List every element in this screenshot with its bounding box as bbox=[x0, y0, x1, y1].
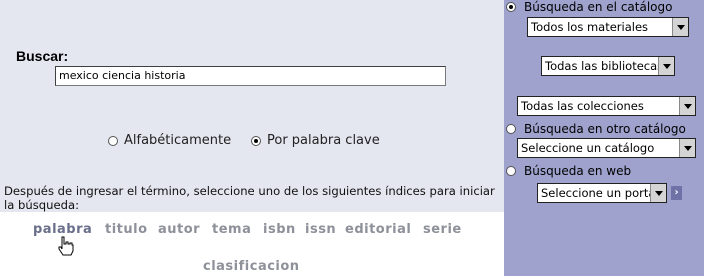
mode-keyword[interactable]: Por palabra clave bbox=[251, 133, 380, 148]
search-input[interactable]: mexico ciencia historia bbox=[55, 66, 446, 86]
index-link-serie[interactable]: serie bbox=[423, 222, 462, 237]
collections-select-value: Todas las colecciones bbox=[521, 99, 644, 113]
sidebar-other-catalog-search[interactable]: Búsqueda en otro catálogo bbox=[506, 122, 686, 136]
catalog-select-value: Seleccione un catálogo bbox=[521, 141, 655, 155]
index-link-editorial[interactable]: editorial bbox=[345, 222, 411, 237]
index-link-isbn[interactable]: isbn bbox=[263, 222, 296, 237]
catalog-select[interactable]: Seleccione un catálogo bbox=[517, 138, 696, 158]
catalog-search-label: Búsqueda en el catálogo bbox=[524, 0, 673, 14]
index-link-palabra[interactable]: palabra bbox=[33, 222, 92, 237]
chevron-down-icon[interactable] bbox=[658, 57, 674, 75]
radio-catalog-search[interactable] bbox=[506, 2, 516, 12]
other-catalog-search-label: Búsqueda en otro catálogo bbox=[524, 122, 686, 136]
index-link-issn[interactable]: issn bbox=[305, 222, 336, 237]
chevron-down-icon[interactable] bbox=[650, 184, 666, 202]
radio-keyword[interactable] bbox=[251, 135, 261, 146]
mode-alphabetical-label: Alfabéticamente bbox=[124, 133, 232, 148]
materials-select[interactable]: Todos los materiales bbox=[527, 17, 689, 37]
chevron-down-icon[interactable] bbox=[672, 18, 688, 36]
chevron-down-icon[interactable] bbox=[679, 97, 695, 115]
hand-cursor-icon bbox=[58, 236, 74, 256]
sidebar-web-search[interactable]: Búsqueda en web bbox=[506, 164, 631, 178]
index-link-tema[interactable]: tema bbox=[212, 222, 251, 237]
collections-select[interactable]: Todas las colecciones bbox=[517, 96, 696, 116]
go-button[interactable]: › bbox=[671, 186, 682, 200]
sidebar-catalog-search[interactable]: Búsqueda en el catálogo bbox=[506, 0, 672, 14]
chevron-down-icon[interactable] bbox=[679, 139, 695, 157]
materials-select-value: Todos los materiales bbox=[531, 20, 649, 34]
search-form-area bbox=[0, 0, 504, 212]
search-label: Buscar: bbox=[16, 48, 69, 64]
radio-web-search[interactable] bbox=[506, 166, 516, 176]
radio-alphabetical[interactable] bbox=[108, 135, 118, 146]
instructions-text: Después de ingresar el término, seleccio… bbox=[4, 184, 495, 212]
web-search-label: Búsqueda en web bbox=[524, 164, 632, 178]
portal-select[interactable]: Seleccione un portal bbox=[537, 183, 667, 203]
index-link-titulo[interactable]: titulo bbox=[105, 222, 148, 237]
libraries-select-value: Todas las bibliotecas bbox=[545, 59, 664, 73]
portal-select-value: Seleccione un portal bbox=[541, 186, 659, 200]
index-link-autor[interactable]: autor bbox=[158, 222, 200, 237]
mode-alphabetical[interactable]: Alfabéticamente bbox=[108, 133, 231, 148]
libraries-select[interactable]: Todas las bibliotecas bbox=[541, 56, 675, 76]
index-link-clasificacion[interactable]: clasificacion bbox=[203, 259, 300, 274]
radio-other-catalog-search[interactable] bbox=[506, 124, 516, 134]
mode-keyword-label: Por palabra clave bbox=[267, 133, 380, 148]
